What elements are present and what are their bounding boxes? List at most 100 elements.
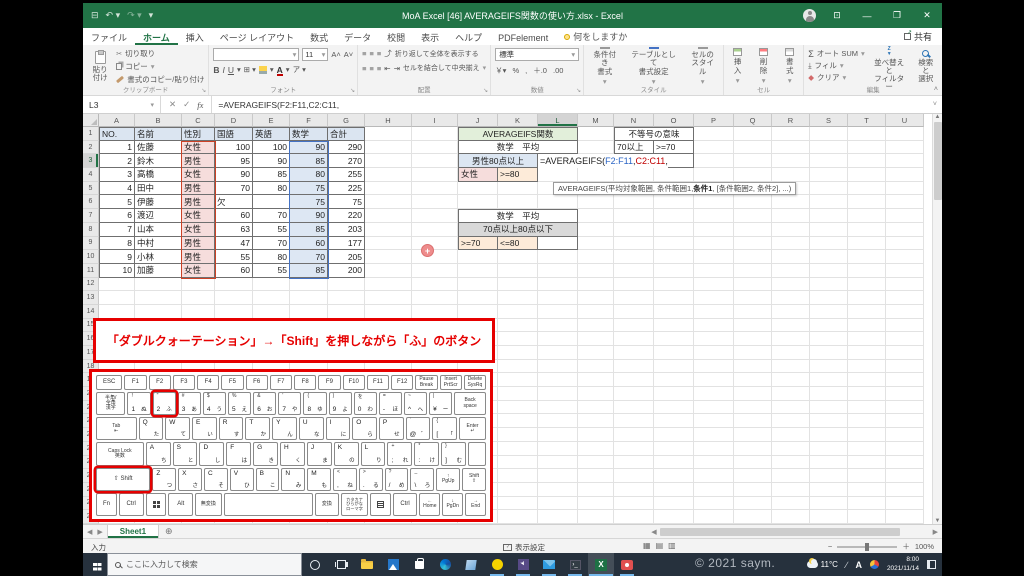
column-header-Q[interactable]: Q [734,114,772,127]
grid-cell-K21[interactable] [498,400,538,415]
phonetic-guide-button[interactable]: ア ▾ [293,64,306,75]
grid-cell-R22[interactable] [772,414,810,429]
conditional-formatting-button[interactable]: 条件付き 書式 ▾ [588,47,621,86]
tab-表示[interactable]: 表示 [413,28,447,45]
grid-cell-U18[interactable] [886,359,924,374]
grid-cell-D28[interactable] [215,496,253,511]
grid-cell-Q13[interactable] [734,291,772,305]
grid-cell-D11[interactable]: 60 [215,263,253,278]
grid-cell-N7[interactable] [614,209,654,223]
grid-cell-N5[interactable] [614,181,654,196]
grid-cell-F7[interactable]: 90 [290,209,328,223]
grid-cell-I18[interactable] [412,359,458,374]
grid-cell-F28[interactable] [290,496,328,511]
clipboard-dialog-launcher-icon[interactable]: ↘ [201,87,206,94]
orientation-icon[interactable]: ⤴ [384,48,392,59]
grid-cell-R4[interactable] [772,168,810,182]
grid-cell-O28[interactable] [654,496,694,511]
grid-cell-O21[interactable] [654,400,694,415]
column-header-G[interactable]: G [328,114,365,127]
grid-cell-Q11[interactable] [734,263,772,278]
grid-cell-U3[interactable] [886,154,924,169]
grid-cell-D20[interactable] [215,387,253,401]
grid-cell-T9[interactable] [848,236,886,251]
grid-cell-M24[interactable] [578,441,614,456]
grid-cell-H22[interactable] [365,414,412,429]
insert-cells-button[interactable]: 挿入 ▾ [728,48,747,85]
grid-cell-F2[interactable]: 90 [290,140,328,155]
grid-cell-R1[interactable] [772,127,810,141]
row-header-11[interactable]: 11 [83,263,99,278]
grid-cell-A26[interactable] [99,469,135,483]
grid-cell-K15[interactable] [498,318,538,333]
row-header-2[interactable]: 2 [83,140,99,155]
grid-cell-A12[interactable] [99,277,135,292]
grid-cell-P22[interactable] [694,414,734,429]
grid-cell-T5[interactable] [848,181,886,196]
grid-cell-E4[interactable]: 85 [253,168,290,182]
grid-cell-H21[interactable] [365,400,412,415]
excel-icon[interactable]: X [588,553,614,576]
grid-cell-U4[interactable] [886,168,924,182]
grid-cell-C5[interactable]: 男性 [182,181,215,196]
grid-cell-B24[interactable] [135,441,182,456]
clear-button[interactable]: ◆ クリア ▾ [808,72,865,83]
grid-cell-P24[interactable] [694,441,734,456]
grid-cell-S15[interactable] [810,318,848,333]
grid-cell-R12[interactable] [772,277,810,292]
grid-cell-Q24[interactable] [734,441,772,456]
grid-cell-U21[interactable] [886,400,924,415]
grid-cell-M10[interactable] [578,250,614,264]
grid-cell-B13[interactable] [135,291,182,305]
grid-cell-Q20[interactable] [734,387,772,401]
grid-cell-L3[interactable] [538,154,578,169]
grid-cell-I26[interactable] [412,469,458,483]
grid-cell-L20[interactable] [538,387,578,401]
grid-cell-E20[interactable] [253,387,290,401]
grid-cell-L10[interactable] [538,250,578,264]
borders-button[interactable]: ⊞ ▾ [244,65,256,74]
grid-cell-U11[interactable] [886,263,924,278]
grid-cell-U1[interactable] [886,127,924,141]
grid-cell-N12[interactable] [614,277,654,292]
grid-cell-N1[interactable]: 不等号の意味 [614,127,694,141]
column-header-O[interactable]: O [654,114,694,127]
grid-cell-F5[interactable]: 75 [290,181,328,196]
grid-cell-L13[interactable] [538,291,578,305]
grid-cell-E14[interactable] [253,304,290,319]
grid-cell-S8[interactable] [810,222,848,237]
grid-cell-G16[interactable] [328,332,365,346]
grid-cell-N8[interactable] [614,222,654,237]
grid-cell-A19[interactable] [99,373,135,388]
grid-cell-I17[interactable] [412,346,458,360]
taskbar-clock[interactable]: 8:00 2021/11/14 [887,556,919,572]
zoom-level[interactable]: 100% [915,542,934,551]
merge-center-button[interactable]: セルを結合して中央揃え ▾ [403,63,486,73]
grid-cell-J29[interactable] [458,510,498,524]
grid-cell-P2[interactable] [694,140,734,155]
grid-cell-Q6[interactable] [734,195,772,210]
row-header-9[interactable]: 9 [83,236,99,251]
grid-cell-B29[interactable] [135,510,182,524]
column-header-D[interactable]: D [215,114,253,127]
grid-cell-H6[interactable] [365,195,412,210]
share-button[interactable]: 共有 [894,28,942,45]
grid-cell-L4[interactable] [538,168,578,182]
grid-cell-E11[interactable]: 55 [253,263,290,278]
grid-cell-M21[interactable] [578,400,614,415]
grid-cell-S14[interactable] [810,304,848,319]
grid-cell-G14[interactable] [328,304,365,319]
photos-icon[interactable] [380,553,406,576]
grid-cell-Q22[interactable] [734,414,772,429]
grid-cell-D8[interactable]: 63 [215,222,253,237]
bold-button[interactable]: B [213,65,219,75]
grid-cell-O16[interactable] [654,332,694,346]
grid-cell-K25[interactable] [498,455,538,470]
grid-cell-C23[interactable] [182,428,215,442]
grid-cell-A2[interactable]: 1 [99,140,135,155]
grid-cell-S5[interactable] [810,181,848,196]
horizontal-scrollbar[interactable] [659,527,930,536]
grid-cell-J7[interactable]: 数学 平均 [458,209,578,223]
grid-cell-O2[interactable]: >=70 [654,140,694,155]
fill-button[interactable]: ⤓ フィル ▾ [808,60,865,71]
